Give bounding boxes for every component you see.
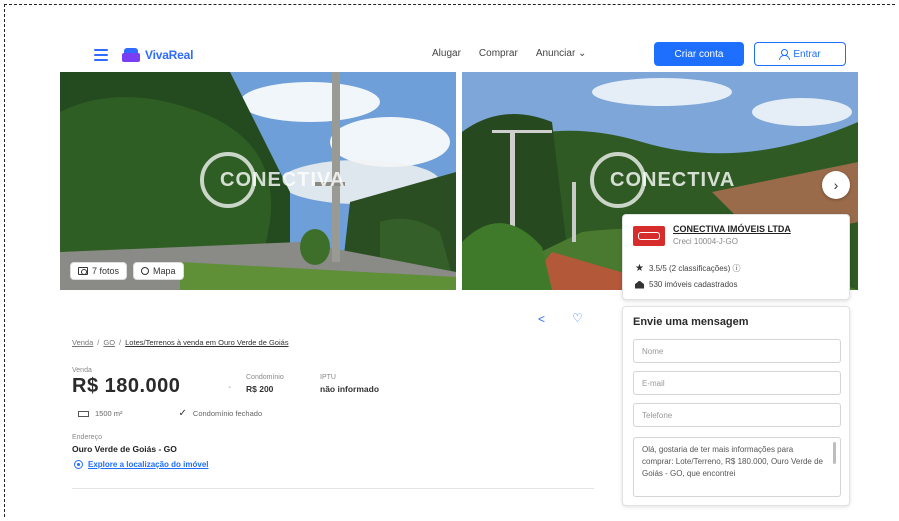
agency-card[interactable]: CONECTIVA IMÓVEIS LTDA Creci 10004-J-GO … (622, 214, 850, 300)
share-icon[interactable]: < (538, 312, 552, 326)
favorite-heart-icon[interactable]: ♡ (572, 311, 583, 325)
breadcrumb-current[interactable]: Lotes/Terrenos à venda em Ouro Verde de … (125, 338, 288, 347)
location-target-icon (74, 460, 83, 469)
message-form-title: Envie uma mensagem (633, 316, 749, 328)
nav-comprar[interactable]: Comprar (479, 48, 518, 59)
address-label: Endereço (72, 434, 102, 441)
user-icon (779, 49, 791, 60)
divider (72, 488, 594, 489)
brand-logo[interactable]: VivaReal (122, 46, 193, 64)
iptu-fee: IPTU não informado (320, 374, 379, 394)
brand-name: VivaReal (145, 48, 194, 62)
photos-button[interactable]: 7 fotos (70, 262, 128, 280)
agency-creci: Creci 10004-J-GO (673, 237, 738, 246)
explore-location-link[interactable]: Explore a localização do imóvel (74, 460, 209, 469)
name-field[interactable]: Nome (633, 339, 841, 363)
area-icon (78, 410, 89, 417)
map-button[interactable]: Mapa (133, 262, 184, 280)
price-separator: - (228, 382, 232, 393)
top-nav: Alugar Comprar Anunciar ⌄ (432, 48, 586, 59)
house-icon (635, 280, 644, 289)
agency-logo (633, 226, 665, 246)
check-icon: ✓ (178, 408, 187, 419)
nav-alugar[interactable]: Alugar (432, 48, 461, 59)
condo-value: R$ 200 (246, 384, 274, 394)
textarea-scrollbar[interactable] (833, 442, 836, 464)
condo-fee: Condomínio R$ 200 (246, 374, 284, 394)
breadcrumb: Venda / GO / Lotes/Terrenos à venda em O… (72, 338, 289, 347)
message-form: Envie uma mensagem Nome E-mail Telefone … (622, 306, 850, 506)
nav-anunciar[interactable]: Anunciar ⌄ (536, 48, 587, 59)
breadcrumb-go[interactable]: GO (103, 338, 115, 347)
address-value: Ouro Verde de Goiás - GO (72, 444, 177, 454)
listing-photo-1[interactable]: CONECTIVA 7 fotos Mapa (60, 72, 456, 290)
map-pin-icon (141, 267, 150, 275)
agency-rating: ★ 3.5/5 (2 classificações) ⓘ (635, 263, 741, 274)
iptu-label: IPTU (320, 374, 336, 381)
agency-name[interactable]: CONECTIVA IMÓVEIS LTDA (673, 224, 791, 234)
features: 1500 m² ✓ Condomínio fechado (78, 408, 262, 419)
login-button[interactable]: Entrar (754, 42, 846, 66)
site-header: VivaReal Alugar Comprar Anunciar ⌄ Criar… (60, 40, 850, 70)
price-value: R$ 180.000 (72, 375, 181, 397)
feature-gated: ✓ Condomínio fechado (178, 408, 263, 419)
star-icon: ★ (635, 263, 644, 274)
breadcrumb-venda[interactable]: Venda (72, 338, 93, 347)
agency-listing-count: 530 imóveis cadastrados (635, 280, 738, 289)
chevron-right-icon: › (833, 177, 839, 193)
email-field[interactable]: E-mail (633, 371, 841, 395)
photo-buttons: 7 fotos Mapa (70, 262, 184, 280)
watermark: CONECTIVA (590, 152, 735, 208)
watermark: CONECTIVA (200, 152, 345, 208)
login-label: Entrar (793, 48, 821, 60)
feature-area: 1500 m² (78, 408, 123, 419)
price-label: Venda (72, 367, 92, 374)
phone-field[interactable]: Telefone (633, 403, 841, 427)
house-logo-icon (122, 48, 140, 62)
next-photo-button[interactable]: › (822, 171, 850, 199)
condo-label: Condomínio (246, 374, 284, 381)
camera-icon (78, 267, 88, 275)
hamburger-menu-icon[interactable] (94, 49, 108, 61)
iptu-value: não informado (320, 384, 380, 394)
map-label: Mapa (153, 266, 176, 276)
message-body: Olá, gostaria de ter mais informações pa… (642, 445, 823, 478)
message-textarea[interactable]: Olá, gostaria de ter mais informações pa… (633, 437, 841, 497)
photos-label: 7 fotos (92, 266, 120, 276)
create-account-button[interactable]: Criar conta (654, 42, 744, 66)
